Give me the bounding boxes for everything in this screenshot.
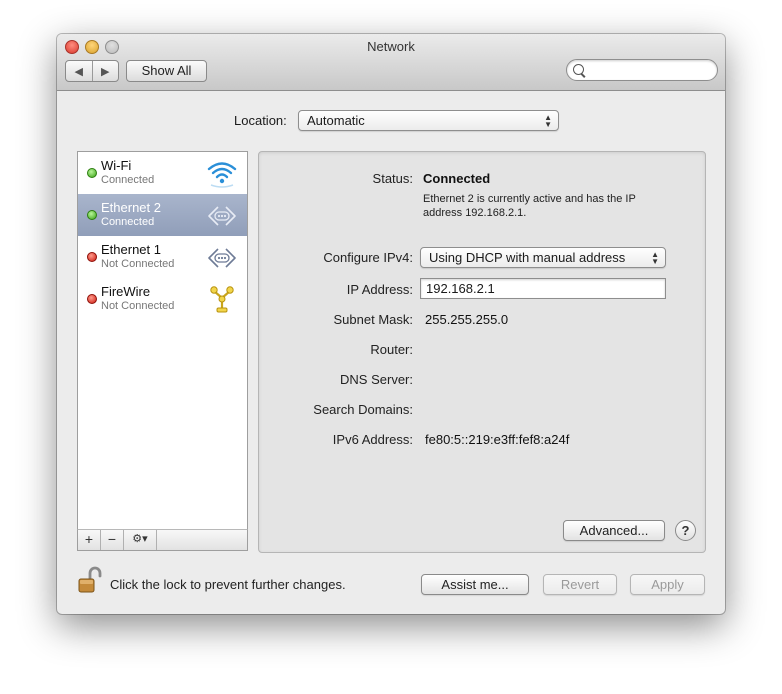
lock-message: Click the lock to prevent further change… bbox=[110, 577, 346, 592]
service-name: Ethernet 1 bbox=[101, 242, 161, 257]
search-field[interactable] bbox=[566, 59, 718, 81]
subnet-mask-label: Subnet Mask: bbox=[333, 312, 414, 327]
ip-address-field[interactable]: 192.168.2.1 bbox=[420, 278, 666, 299]
status-dot bbox=[87, 168, 97, 178]
popup-arrows-icon: ▲ ▼ bbox=[651, 250, 659, 266]
advanced-button[interactable]: Advanced... bbox=[563, 520, 665, 541]
service-status: Connected bbox=[101, 174, 155, 186]
add-service-button[interactable]: + bbox=[78, 530, 101, 550]
status-dot bbox=[87, 252, 97, 262]
status-dot bbox=[87, 294, 97, 304]
location-popup[interactable]: Automatic ▲ ▼ bbox=[298, 110, 559, 131]
revert-button[interactable]: Revert bbox=[543, 574, 617, 595]
service-list-toolbar: + − ⚙▾ bbox=[77, 529, 248, 551]
detail-panel: Status: Connected Ethernet 2 is currentl… bbox=[258, 151, 706, 553]
ipv6-address-value: fe80:5::219:e3ff:fef8:a24f bbox=[425, 432, 570, 447]
service-status: Not Connected bbox=[101, 258, 175, 270]
assist-me-button[interactable]: Assist me... bbox=[421, 574, 529, 595]
ip-address-label: IP Address: bbox=[346, 282, 413, 297]
status-label: Status: bbox=[372, 171, 413, 186]
back-forward-control: ◀ ▶ bbox=[65, 60, 119, 82]
lock-icon[interactable] bbox=[77, 565, 103, 595]
network-window: Network ◀ ▶ Show All Location: Automatic… bbox=[57, 34, 725, 614]
subnet-mask-value: 255.255.255.0 bbox=[425, 312, 509, 327]
search-icon bbox=[573, 64, 584, 75]
router-label: Router: bbox=[370, 342, 413, 357]
service-status: Not Connected bbox=[101, 300, 175, 312]
back-button[interactable]: ◀ bbox=[66, 61, 93, 81]
status-description: Ethernet 2 is currently active and has t… bbox=[423, 193, 636, 219]
remove-service-button[interactable]: − bbox=[101, 530, 124, 550]
location-label: Location: bbox=[234, 113, 287, 128]
status-dot bbox=[87, 210, 97, 220]
dns-server-label: DNS Server: bbox=[340, 372, 413, 387]
location-value: Automatic bbox=[307, 113, 365, 128]
popup-arrows-icon: ▲ ▼ bbox=[544, 113, 552, 129]
title-bar: Network ◀ ▶ Show All bbox=[57, 34, 725, 91]
status-value: Connected bbox=[423, 171, 491, 186]
gear-icon[interactable]: ⚙▾ bbox=[124, 530, 157, 550]
apply-button[interactable]: Apply bbox=[630, 574, 705, 595]
ethernet-icon bbox=[208, 206, 236, 226]
help-button[interactable]: ? bbox=[675, 520, 696, 541]
service-name: Ethernet 2 bbox=[101, 200, 161, 215]
service-name: FireWire bbox=[101, 284, 151, 299]
forward-button[interactable]: ▶ bbox=[93, 61, 119, 81]
service-status: Connected bbox=[101, 216, 155, 228]
search-domains-label: Search Domains: bbox=[313, 402, 413, 417]
window-title: Network bbox=[367, 39, 415, 54]
configure-ipv4-label: Configure IPv4: bbox=[323, 250, 413, 265]
show-all-button[interactable]: Show All bbox=[126, 60, 207, 82]
configure-ipv4-value: Using DHCP with manual address bbox=[429, 250, 626, 265]
ipv6-address-label: IPv6 Address: bbox=[332, 432, 413, 447]
configure-ipv4-popup[interactable]: Using DHCP with manual address ▲ ▼ bbox=[420, 247, 666, 268]
service-name: Wi-Fi bbox=[101, 158, 132, 173]
service-item-ethernet-2[interactable]: Ethernet 2 Connected bbox=[78, 194, 247, 236]
